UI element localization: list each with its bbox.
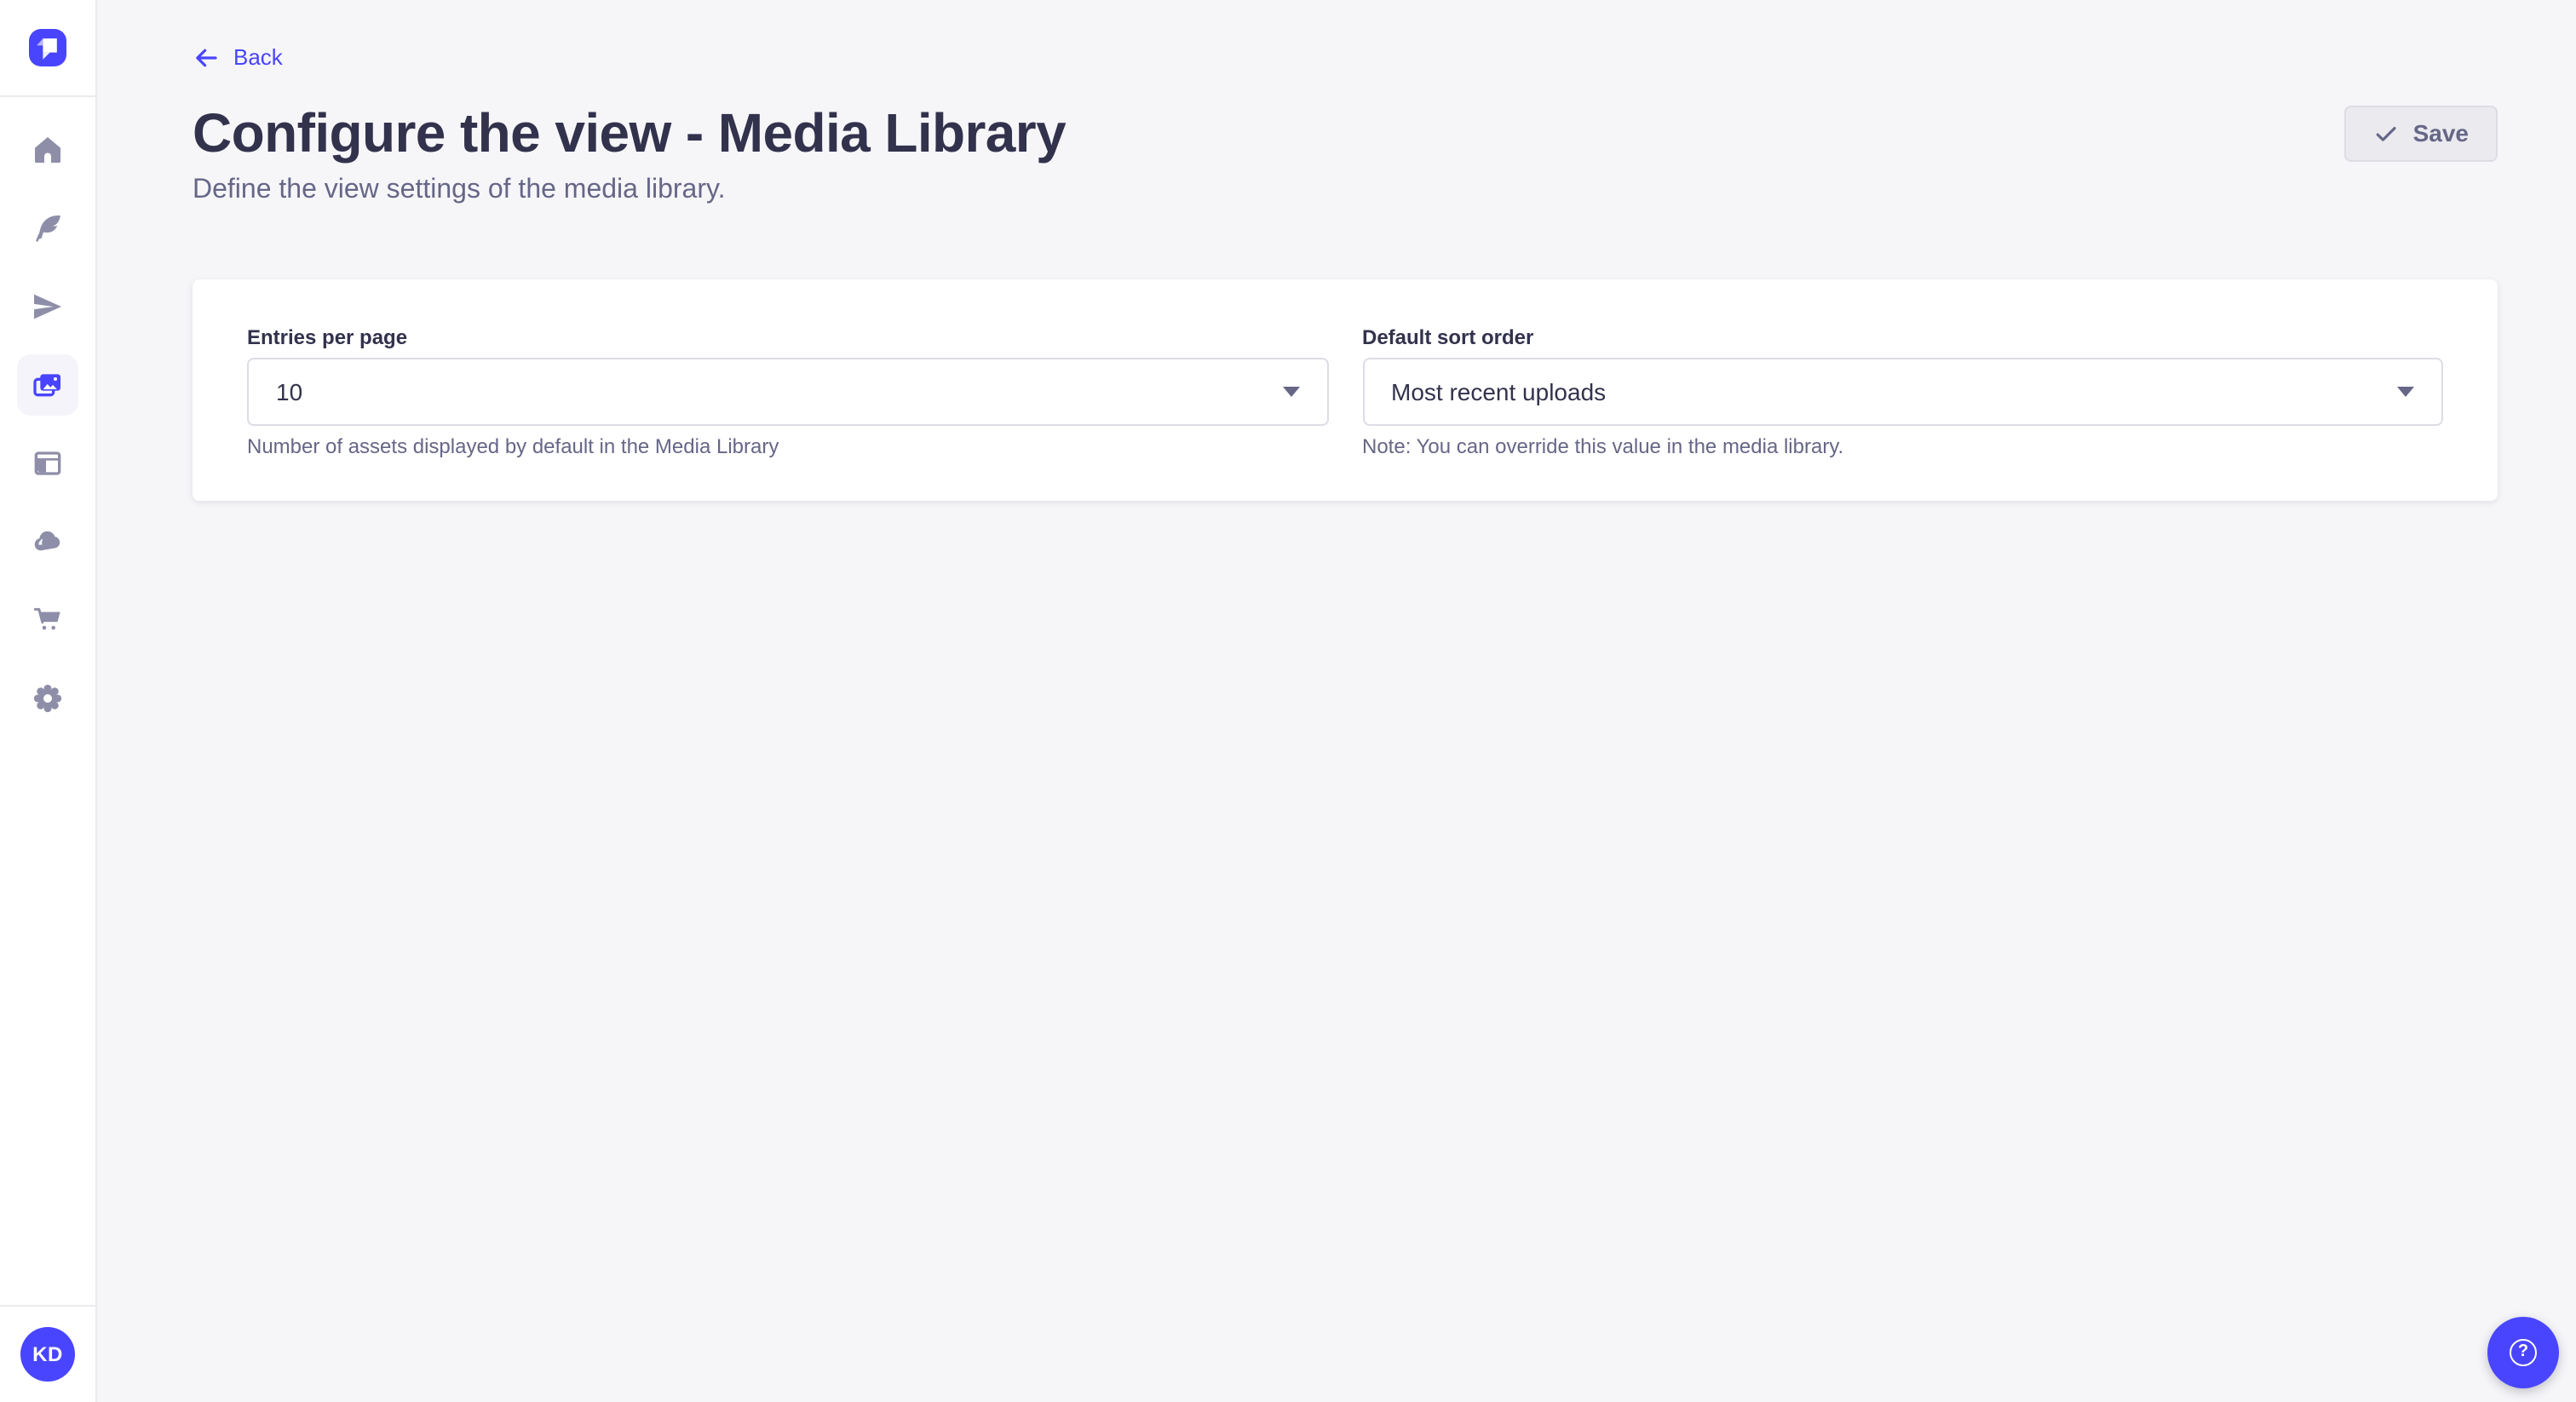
- settings-gear-icon: [31, 681, 65, 715]
- default-sort-order-value: Most recent uploads: [1391, 378, 1606, 405]
- page-subtitle: Define the view settings of the media li…: [193, 174, 2498, 208]
- entries-per-page-value: 10: [276, 378, 302, 405]
- brand-link[interactable]: [0, 0, 95, 97]
- entries-per-page-label: Entries per page: [247, 324, 1328, 351]
- question-mark-icon: ?: [2510, 1339, 2537, 1366]
- cloud-icon: [31, 525, 65, 559]
- check-icon: [2374, 120, 2400, 146]
- page-title: Configure the view - Media Library: [193, 99, 1066, 167]
- sidebar-item-settings[interactable]: [17, 668, 78, 729]
- save-button[interactable]: Save: [2345, 105, 2498, 161]
- sidebar-item-media-library[interactable]: [17, 354, 78, 416]
- field-default-sort-order: Default sort order Most recent uploads N…: [1362, 324, 2443, 460]
- avatar[interactable]: KD: [20, 1327, 75, 1382]
- back-link[interactable]: Back: [193, 44, 283, 72]
- default-sort-order-hint: Note: You can override this value in the…: [1362, 433, 2443, 460]
- default-sort-order-select[interactable]: Most recent uploads: [1362, 358, 2443, 426]
- default-sort-order-label: Default sort order: [1362, 324, 2443, 351]
- field-entries-per-page: Entries per page 10 Number of assets dis…: [247, 324, 1328, 460]
- sidebar-item-purchases[interactable]: [17, 589, 78, 651]
- chevron-down-icon: [2397, 387, 2414, 397]
- feather-icon: [31, 211, 65, 245]
- title-row: Configure the view - Media Library Save: [193, 99, 2498, 167]
- settings-card: Entries per page 10 Number of assets dis…: [193, 279, 2498, 501]
- sidebar-item-home[interactable]: [17, 119, 78, 181]
- help-button[interactable]: ?: [2487, 1317, 2559, 1388]
- paper-plane-icon: [31, 290, 65, 324]
- app-root: KD Back Configure the view - Media Libra…: [0, 0, 2576, 1402]
- strapi-logo-icon: [29, 29, 66, 66]
- help-glyph: ?: [2518, 1344, 2528, 1361]
- user-section: KD: [0, 1305, 95, 1402]
- media-library-icon: [31, 368, 65, 402]
- cart-icon: [31, 603, 65, 637]
- sidebar-spacer: [0, 746, 95, 1305]
- sidebar-item-layout[interactable]: [17, 433, 78, 494]
- sidebar-nav: [0, 97, 95, 746]
- chevron-down-icon: [1282, 387, 1299, 397]
- layout-icon: [31, 446, 65, 480]
- sidebar-item-cloud[interactable]: [17, 511, 78, 572]
- home-icon: [31, 133, 65, 167]
- avatar-initials: KD: [32, 1342, 63, 1366]
- sidebar: KD: [0, 0, 97, 1402]
- sidebar-item-content-manager[interactable]: [17, 198, 78, 259]
- sidebar-item-releases[interactable]: [17, 276, 78, 337]
- entries-per-page-select[interactable]: 10: [247, 358, 1328, 426]
- save-button-label: Save: [2413, 119, 2469, 147]
- entries-per-page-hint: Number of assets displayed by default in…: [247, 433, 1328, 460]
- arrow-left-icon: [193, 44, 220, 72]
- back-label: Back: [233, 44, 283, 72]
- main-content: Back Configure the view - Media Library …: [97, 0, 2576, 1402]
